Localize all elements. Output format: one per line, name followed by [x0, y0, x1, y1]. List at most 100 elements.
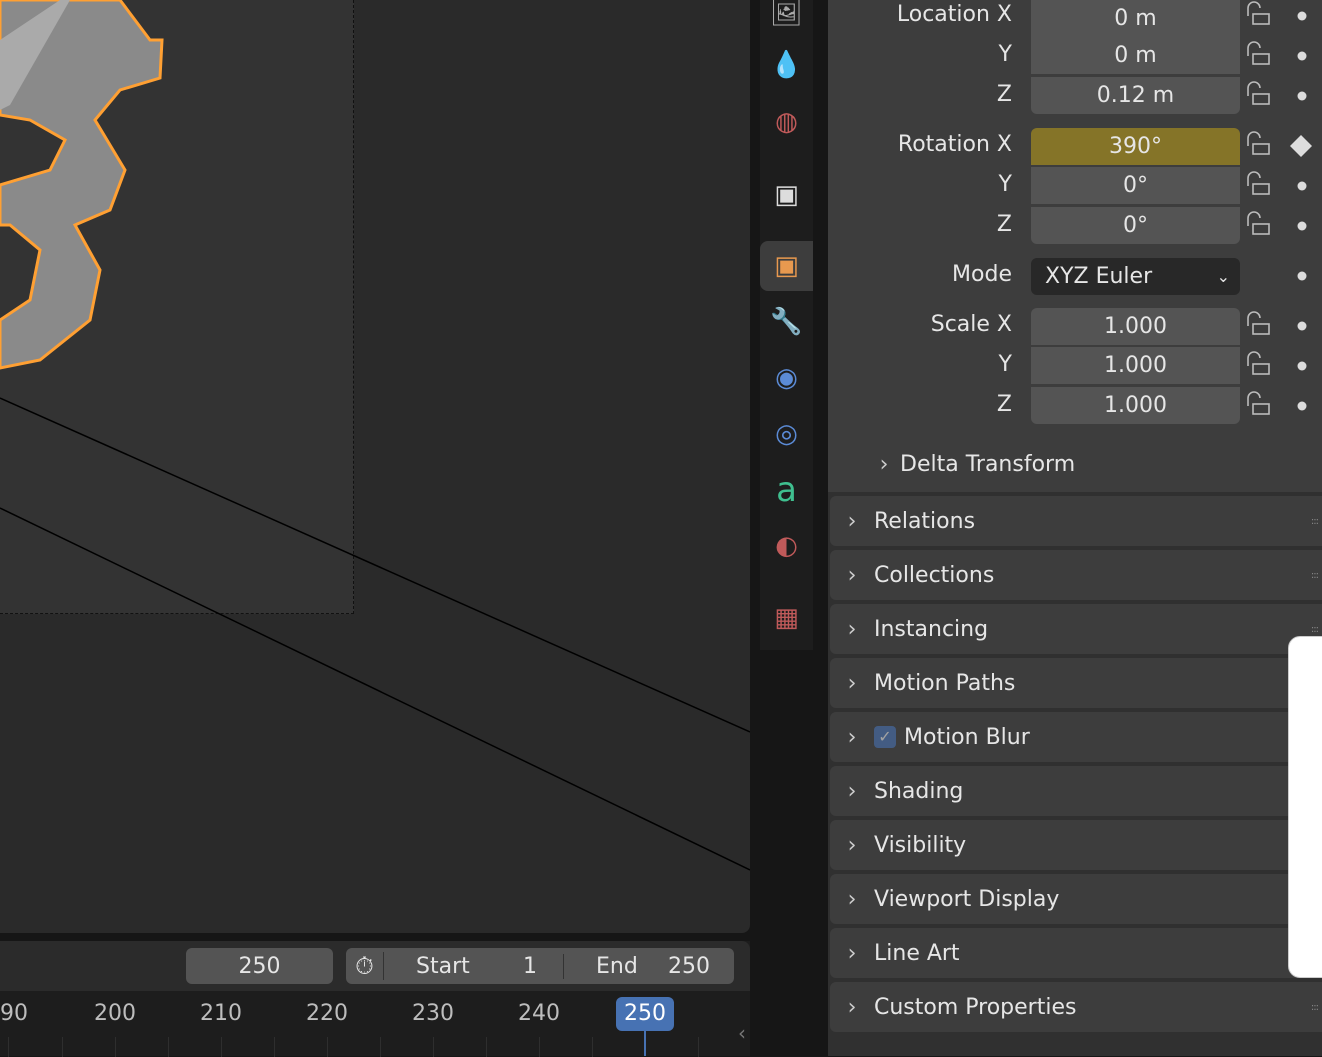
drag-handle-icon[interactable]: :::	[1311, 624, 1319, 635]
particles-icon[interactable]: ◉	[760, 353, 813, 403]
chevron-right-icon: ›	[847, 616, 857, 642]
world-icon[interactable]: ◍	[760, 97, 813, 147]
material-icon[interactable]: ◐	[760, 521, 813, 571]
start-frame-field[interactable]: Start 1	[384, 953, 564, 979]
timeline-header: 250 ⏱ Start 1 End 250	[0, 941, 750, 991]
rotation-mode-dropdown[interactable]: XYZ Euler ⌄	[1031, 258, 1240, 295]
chevron-right-icon: ›	[879, 452, 889, 477]
frame-range: ⏱ Start 1 End 250	[346, 948, 734, 984]
3d-viewport[interactable]	[0, 0, 750, 933]
object-icon[interactable]: ▣	[760, 241, 813, 291]
panel-motion-paths[interactable]: › Motion Paths	[830, 658, 1322, 708]
physics-particles-icon[interactable]: 💧	[760, 40, 813, 90]
frame-tick: 240	[518, 1001, 560, 1026]
keyframe-dot-icon	[1297, 321, 1307, 331]
frame-tick: 200	[94, 1001, 136, 1026]
stopwatch-icon[interactable]: ⏱	[346, 952, 384, 980]
current-frame-field[interactable]: 250	[186, 948, 333, 984]
rotation-y-label: Y	[998, 172, 1012, 197]
chevron-right-icon: ›	[847, 508, 857, 534]
collection-icon[interactable]: ▣	[760, 170, 813, 220]
rotation-label: Rotation X	[897, 132, 1012, 157]
scale-x-field[interactable]: 1.000	[1031, 308, 1240, 345]
render-result-icon[interactable]: 🖼	[760, 0, 813, 38]
overlay-popup[interactable]	[1288, 636, 1322, 978]
edge-line	[0, 397, 750, 733]
lock-column	[1247, 1, 1312, 415]
lock-icon	[1247, 211, 1270, 235]
keyframe-dot-icon	[1297, 361, 1307, 371]
lock-icon	[1247, 81, 1270, 105]
edge-line	[0, 507, 750, 871]
keyframe-dot-icon	[1297, 401, 1307, 411]
panel-visibility[interactable]: › Visibility	[830, 820, 1322, 870]
data-text-icon[interactable]: a	[760, 465, 813, 515]
frame-tick: 220	[306, 1001, 348, 1026]
chevron-right-icon: ›	[847, 778, 857, 804]
panel-viewport-display[interactable]: › Viewport Display	[830, 874, 1322, 924]
viewport-drawing	[0, 0, 750, 871]
texture-icon[interactable]: ▦	[760, 593, 813, 643]
chevron-right-icon: ›	[847, 670, 857, 696]
panel-line-art[interactable]: › Line Art	[830, 928, 1322, 978]
keyframe-dot-icon	[1297, 11, 1307, 21]
timeline[interactable]: 250 ⏱ Start 1 End 250 90 200 210 220 230 2…	[0, 941, 750, 1057]
location-z-field[interactable]: 0.12 m	[1031, 77, 1240, 114]
chevron-right-icon: ›	[847, 832, 857, 858]
frame-tick: 210	[200, 1001, 242, 1026]
drag-handle-icon[interactable]: :::	[1311, 570, 1319, 581]
lock-icon	[1247, 311, 1270, 335]
location-x-field[interactable]: 0 m	[1031, 0, 1240, 37]
scale-label: Scale X	[930, 312, 1012, 337]
panel-relations[interactable]: › Relations:::	[830, 496, 1322, 546]
chevron-right-icon: ›	[847, 886, 857, 912]
properties-tabs: 🖼 💧 ◍ ▣ ▣ 🔧 ◉ ◎ a ◐ ▦	[760, 0, 813, 650]
panel-shading[interactable]: › Shading	[830, 766, 1322, 816]
scale-y-label: Y	[998, 352, 1012, 377]
drag-handle-icon[interactable]: :::	[1311, 516, 1319, 527]
drag-handle-icon[interactable]: :::	[1311, 1002, 1319, 1013]
lock-icon	[1247, 41, 1270, 65]
collapse-arrow-icon[interactable]: ‹	[738, 1021, 746, 1045]
playhead-line[interactable]	[644, 1031, 646, 1056]
panel-instancing[interactable]: › Instancing:::	[830, 604, 1322, 654]
chevron-right-icon: ›	[847, 562, 857, 588]
lock-icon	[1247, 391, 1270, 415]
delta-transform-subpanel[interactable]: › Delta Transform	[868, 452, 1076, 477]
panel-collections[interactable]: › Collections:::	[830, 550, 1322, 600]
lock-icon	[1247, 131, 1270, 155]
chevron-down-icon: ⌄	[1216, 267, 1230, 286]
playhead-frame[interactable]: 250	[616, 997, 674, 1031]
physics-icon[interactable]: ◎	[760, 409, 813, 459]
keyframe-dot-icon	[1297, 91, 1307, 101]
location-y-label: Y	[998, 42, 1012, 67]
chevron-right-icon: ›	[847, 994, 857, 1020]
scale-z-field[interactable]: 1.000	[1031, 387, 1240, 424]
scale-y-field[interactable]: 1.000	[1031, 347, 1240, 384]
keyframe-dot-icon	[1297, 221, 1307, 231]
rotation-z-label: Z	[996, 212, 1012, 237]
keyframe-dot-icon	[1297, 181, 1307, 191]
location-y-field[interactable]: 0 m	[1031, 37, 1240, 74]
frame-tick: 230	[412, 1001, 454, 1026]
chevron-right-icon: ›	[847, 724, 857, 750]
modifier-icon[interactable]: 🔧	[760, 297, 813, 347]
location-z-label: Z	[996, 82, 1012, 107]
motion-blur-checkbox[interactable]: ✓	[874, 726, 896, 748]
panel-custom-properties[interactable]: › Custom Properties:::	[830, 982, 1322, 1032]
end-frame-field[interactable]: End 250	[564, 954, 734, 979]
keyframe-diamond-icon	[1290, 135, 1312, 157]
panel-motion-blur[interactable]: › ✓ Motion Blur	[830, 712, 1322, 762]
mode-label: Mode	[952, 262, 1012, 287]
lock-icon	[1247, 1, 1270, 25]
location-label: Location X	[896, 2, 1012, 27]
frame-tick: 90	[0, 1001, 28, 1026]
rotation-x-field[interactable]: 390°	[1031, 128, 1240, 165]
rotation-y-field[interactable]: 0°	[1031, 167, 1240, 204]
lock-icon	[1247, 351, 1270, 375]
keyframe-dot-icon	[1297, 51, 1307, 61]
scale-z-label: Z	[996, 392, 1012, 417]
selected-object	[0, 0, 164, 370]
rotation-z-field[interactable]: 0°	[1031, 207, 1240, 244]
lock-icon	[1247, 171, 1270, 195]
